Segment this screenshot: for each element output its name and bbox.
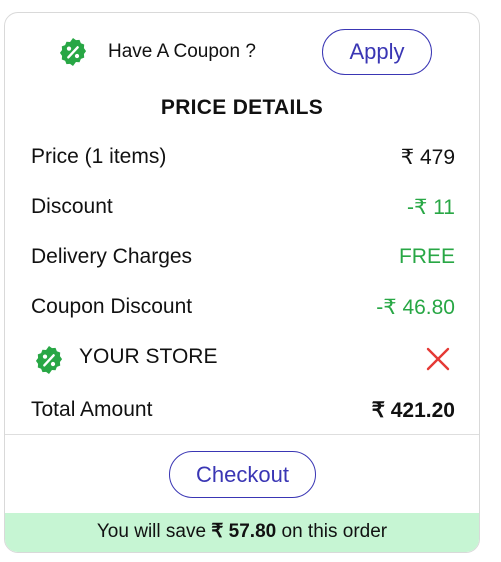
discount-badge-icon (59, 38, 87, 66)
apply-coupon-button[interactable]: Apply (322, 29, 432, 75)
applied-coupon-label: YOUR STORE (79, 345, 218, 368)
delivery-value: FREE (398, 245, 455, 268)
coupon-discount-row: Coupon Discount -₹ 46.80 (31, 295, 455, 325)
price-value: ₹ 479 (400, 146, 455, 169)
applied-coupon-row: YOUR STORE (31, 345, 455, 375)
savings-amount: ₹ 57.80 (211, 521, 277, 542)
savings-banner: You will save ₹ 57.80 on this order (5, 513, 479, 552)
delivery-row: Delivery Charges FREE (31, 245, 455, 275)
total-row: Total Amount ₹ 421.20 (31, 398, 455, 428)
coupon-discount-value: -₹ 46.80 (376, 296, 455, 319)
discount-value: -₹ 11 (407, 196, 455, 219)
price-row: Price (1 items) ₹ 479 (31, 145, 455, 175)
coupon-prompt: Have A Coupon ? (108, 41, 256, 62)
savings-suffix: on this order (281, 521, 388, 542)
divider (5, 434, 479, 435)
coupon-discount-label: Coupon Discount (31, 295, 193, 318)
discount-row: Discount -₹ 11 (31, 195, 455, 225)
delivery-label: Delivery Charges (31, 245, 193, 268)
savings-prefix: You will save (96, 521, 207, 542)
coupon-row: Have A Coupon ? Apply (5, 13, 479, 93)
discount-badge-icon (35, 346, 63, 374)
price-label: Price (1 items) (31, 145, 167, 168)
discount-label: Discount (31, 195, 113, 218)
total-label: Total Amount (31, 398, 153, 421)
price-card: Have A Coupon ? Apply PRICE DETAILS Pric… (4, 12, 480, 553)
checkout-button[interactable]: Checkout (169, 451, 316, 498)
close-icon[interactable] (425, 346, 451, 372)
price-details-title: PRICE DETAILS (160, 96, 324, 119)
total-value: ₹ 421.20 (371, 399, 455, 422)
